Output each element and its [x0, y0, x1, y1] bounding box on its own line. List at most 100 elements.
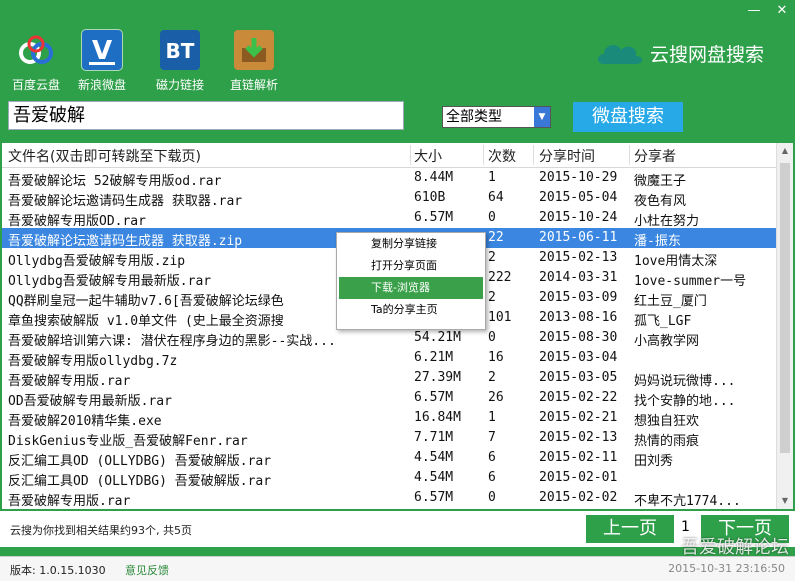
search-input[interactable]: 吾爱破解 [8, 101, 404, 130]
version-label: 版本: 1.0.15.1030 [10, 564, 106, 577]
cell-size: 610B [414, 190, 446, 205]
prev-page-button[interactable]: 上一页 [586, 515, 674, 543]
cell-count: 6 [488, 450, 496, 465]
cell-sharer: 小高教学网 [634, 334, 700, 349]
svg-text:V: V [92, 36, 112, 66]
table-row[interactable]: DiskGenius专业版_吾爱破解Fenr.rar 7.71M 7 2015-02-… [2, 428, 793, 449]
column-header-count[interactable]: 次数 [488, 146, 532, 166]
cell-sharer: 1ove-summer一号 [634, 274, 747, 289]
toolbar-magnet[interactable]: BT 磁力链接 [150, 30, 210, 93]
cell-date: 2015-10-29 [539, 170, 618, 185]
cell-date: 2015-03-05 [539, 370, 618, 385]
toolbar-sina-vdisk[interactable]: V 新浪微盘 [72, 29, 132, 93]
sina-vdisk-icon: V [81, 29, 123, 71]
feedback-link[interactable]: 意见反馈 [125, 562, 169, 578]
table-row[interactable]: 吾爱破解专用版.rar 6.57M 0 2015-02-02 不卑不亢1774... [2, 488, 793, 509]
close-button[interactable]: ✕ [775, 4, 789, 18]
cell-size: 6.21M [414, 350, 454, 365]
cell-count: 222 [488, 270, 512, 285]
scroll-up-icon[interactable]: ▲ [777, 143, 793, 159]
cell-date: 2015-02-22 [539, 390, 618, 405]
cell-size: 6.57M [414, 210, 454, 225]
cloud-logo-icon [598, 45, 642, 64]
toolbar-baidu-cloud[interactable]: 百度云盘 [6, 30, 66, 93]
menu-item-download-browser[interactable]: 下载-浏览器 [339, 277, 483, 299]
column-header-filename[interactable]: 文件名(双击即可转跳至下载页) [8, 146, 410, 166]
toolbar-label: 百度云盘 [11, 78, 60, 92]
column-header-sharer[interactable]: 分享者 [634, 146, 764, 166]
scroll-thumb[interactable] [780, 163, 790, 453]
cell-name: 吾爱破解培训第六课: 潜伏在程序身边的黑影--实战... [8, 334, 336, 349]
cell-date: 2014-03-31 [539, 270, 618, 285]
cell-date: 2015-08-30 [539, 330, 618, 345]
cell-count: 7 [488, 430, 496, 445]
table-row[interactable]: 吾爱破解论坛邀请码生成器 获取器.rar 610B 64 2015-05-04 夜色有风 [2, 188, 793, 209]
cell-sharer: 孤飞_LGF [634, 314, 692, 329]
cell-name: 吾爱破解专用版ollydbg.7z [8, 354, 178, 369]
menu-item-open-share-page[interactable]: 打开分享页面 [337, 255, 485, 277]
cell-count: 22 [488, 230, 504, 245]
cell-date: 2015-06-11 [539, 230, 618, 245]
menu-item-sharer-homepage[interactable]: Ta的分享主页 [337, 299, 485, 321]
cell-date: 2015-02-11 [539, 450, 618, 465]
table-row[interactable]: 吾爱破解专用版.rar 27.39M 2 2015-03-05 妈妈说玩微博... [2, 368, 793, 389]
cell-count: 26 [488, 390, 504, 405]
cell-date: 2015-02-21 [539, 410, 618, 425]
cell-count: 2 [488, 250, 496, 265]
direct-link-icon [234, 30, 274, 70]
watermark: 吾爱破解论坛 [681, 537, 789, 558]
cell-date: 2015-03-09 [539, 290, 618, 305]
minimize-button[interactable]: — [747, 4, 761, 18]
cell-sharer: 不卑不亢1774... [634, 494, 741, 509]
cell-name: 吾爱破解论坛邀请码生成器 获取器.rar [8, 194, 243, 209]
table-row[interactable]: 吾爱破解论坛 52破解专用版od.rar 8.44M 1 2015-10-29 微魔王子 [2, 168, 793, 189]
table-row[interactable]: 反汇编工具OD (OLLYDBG) 吾爱破解版.rar 4.54M 6 2015-02… [2, 448, 793, 469]
timestamp: 2015-10-31 23:16:50 [668, 562, 785, 575]
status-bar: 云搜为你找到相关结果约93个, 共5页 [0, 511, 795, 547]
toolbar-direct-link[interactable]: 直链解析 [224, 30, 284, 93]
cell-count: 64 [488, 190, 504, 205]
cell-sharer: 找个安静的地... [634, 394, 736, 409]
cell-sharer: 微魔王子 [634, 174, 687, 189]
vertical-scrollbar[interactable]: ▲ ▼ [776, 143, 793, 509]
cell-sharer: 田刘秀 [634, 454, 674, 469]
cell-date: 2015-02-01 [539, 470, 618, 485]
cell-size: 4.54M [414, 450, 454, 465]
cell-size: 6.57M [414, 390, 454, 405]
cell-name: 反汇编工具OD (OLLYDBG) 吾爱破解版.rar [8, 474, 272, 489]
scroll-down-icon[interactable]: ▼ [777, 493, 793, 509]
type-select-value: 全部类型 [446, 109, 502, 125]
table-row[interactable]: 反汇编工具OD (OLLYDBG) 吾爱破解版.rar 4.54M 6 2015-02… [2, 468, 793, 489]
result-count: 云搜为你找到相关结果约93个, 共5页 [10, 524, 192, 537]
toolbar-label: 新浪微盘 [77, 78, 126, 92]
cell-sharer: 妈妈说玩微博... [634, 374, 736, 389]
type-select[interactable]: 全部类型 ▼ [442, 106, 551, 128]
svg-text:BT: BT [166, 39, 195, 63]
search-button[interactable]: 微盘搜索 [573, 102, 683, 132]
table-row[interactable]: 吾爱破解培训第六课: 潜伏在程序身边的黑影--实战... 54.21M 0 2015-… [2, 328, 793, 349]
dropdown-arrow-icon[interactable]: ▼ [534, 107, 550, 127]
cell-name: 吾爱破解2010精华集.exe [8, 414, 162, 429]
cell-count: 1 [488, 410, 496, 425]
cell-size: 16.84M [414, 410, 461, 425]
table-row[interactable]: OD吾爱破解专用最新版.rar 6.57M 26 2015-02-22 找个安静的地..… [2, 388, 793, 409]
table-body: 吾爱破解论坛 52破解专用版od.rar 8.44M 1 2015-10-29 微魔王子… [2, 168, 793, 509]
table-row[interactable]: 吾爱破解专用版ollydbg.7z 6.21M 16 2015-03-04 [2, 348, 793, 369]
cell-size: 7.71M [414, 430, 454, 445]
menu-item-copy-link[interactable]: 复制分享链接 [337, 233, 485, 255]
footer: 版本: 1.0.15.1030 意见反馈 2015-10-31 23:16:50 [0, 556, 795, 581]
column-header-size[interactable]: 大小 [414, 146, 482, 166]
cell-sharer: 热情的雨痕 [634, 434, 700, 449]
cell-name: 吾爱破解论坛 52破解专用版od.rar [8, 174, 222, 189]
cell-count: 0 [488, 490, 496, 505]
column-header-date[interactable]: 分享时间 [539, 146, 631, 166]
table-row[interactable]: 吾爱破解2010精华集.exe 16.84M 1 2015-02-21 想独自狂欢 [2, 408, 793, 429]
cell-count: 0 [488, 330, 496, 345]
cell-name: OD吾爱破解专用最新版.rar [8, 394, 172, 409]
cell-size: 8.44M [414, 170, 454, 185]
table-row[interactable]: 吾爱破解专用版OD.rar 6.57M 0 2015-10-24 小杜在努力 [2, 208, 793, 229]
brand: 云搜网盘搜索 [596, 38, 764, 68]
cell-date: 2015-02-13 [539, 430, 618, 445]
baidu-cloud-icon [16, 30, 56, 70]
cell-date: 2015-10-24 [539, 210, 618, 225]
